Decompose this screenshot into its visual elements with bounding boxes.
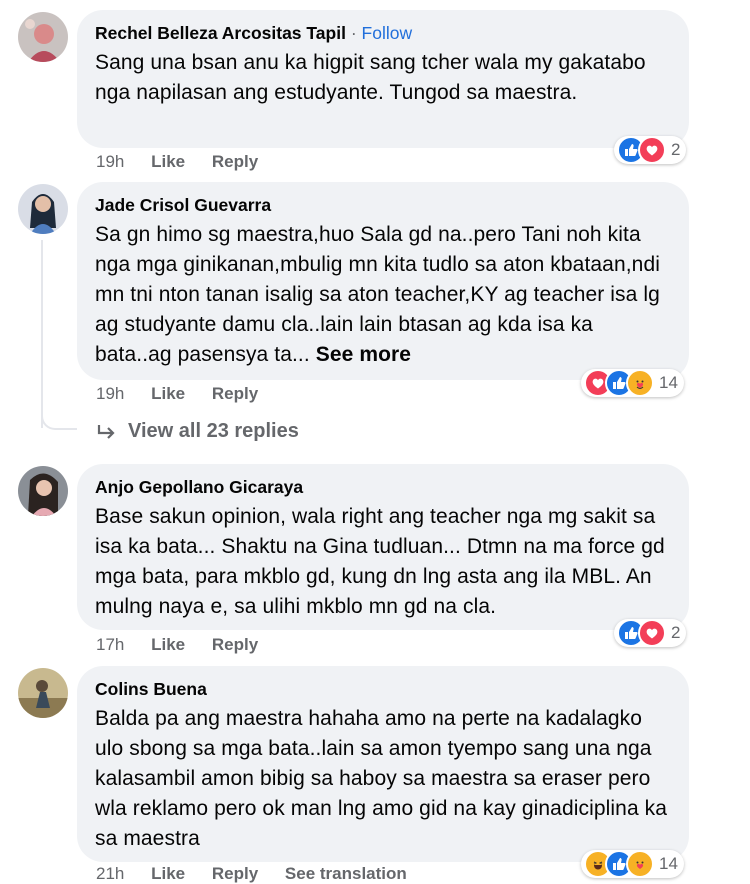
comment-actions: 21h Like Reply See translation [96,864,429,884]
avatar[interactable] [18,668,68,718]
reaction-summary[interactable]: 2 [614,136,687,164]
view-replies-link[interactable]: View all 23 replies [96,420,299,443]
comment-bubble: Jade Crisol Guevarra Sa gn himo sg maest… [77,182,689,380]
reaction-summary[interactable]: 2 [614,619,687,647]
comment-time[interactable]: 19h [96,384,124,404]
reply-arrow-icon [97,424,115,439]
comment-time[interactable]: 19h [96,152,124,172]
thread-connector [41,400,77,430]
comment-bubble: Colins Buena Balda pa ang maestra hahaha… [77,666,689,862]
comment-text: Balda pa ang maestra hahaha amo na perte… [95,707,668,850]
reaction-summary[interactable]: 14 [581,850,684,878]
see-translation-link[interactable]: See translation [285,864,407,884]
comment-actions: 19h Like Reply [96,152,280,172]
comment-author[interactable]: Colins Buena [95,678,669,700]
reply-button[interactable]: Reply [212,152,258,172]
like-button[interactable]: Like [151,864,185,884]
comment-author[interactable]: Jade Crisol Guevarra [95,194,669,216]
like-button[interactable]: Like [151,152,185,172]
reaction-summary[interactable]: 14 [581,369,684,397]
comment-time[interactable]: 17h [96,635,124,655]
view-replies-label: View all 23 replies [128,420,299,442]
see-more-link[interactable]: See more [316,343,411,366]
reaction-count: 2 [671,140,681,159]
comment-author-line: Rechel Belleza Arcositas Tapil · Follow [95,22,669,44]
comment-time[interactable]: 21h [96,864,124,884]
care-icon [626,369,654,397]
reply-button[interactable]: Reply [212,864,258,884]
comment-text: Sa gn himo sg maestra,huo Sala gd na..pe… [95,220,669,370]
care-icon [626,850,654,878]
reply-button[interactable]: Reply [212,635,258,655]
comment-actions: 19h Like Reply [96,384,280,404]
comment-bubble: Anjo Gepollano Gicaraya Base sakun opini… [77,464,689,630]
avatar[interactable] [18,184,68,234]
comment-text: Base sakun opinion, wala right ang teach… [95,505,665,618]
love-icon [638,619,666,647]
avatar[interactable] [18,12,68,62]
like-button[interactable]: Like [151,384,185,404]
comment-actions: 17h Like Reply [96,635,280,655]
comment-bubble: Rechel Belleza Arcositas Tapil · Follow … [77,10,689,148]
reaction-count: 14 [659,373,678,392]
reaction-count: 2 [671,623,681,642]
comment-text: Sang una bsan anu ka higpit sang tcher w… [95,51,646,104]
avatar[interactable] [18,466,68,516]
love-icon [638,136,666,164]
follow-button[interactable]: Follow [362,23,413,43]
comment-author[interactable]: Rechel Belleza Arcositas Tapil [95,23,346,43]
reaction-count: 14 [659,854,678,873]
like-button[interactable]: Like [151,635,185,655]
reply-button[interactable]: Reply [212,384,258,404]
separator: · [350,23,357,43]
comment-author[interactable]: Anjo Gepollano Gicaraya [95,476,669,498]
